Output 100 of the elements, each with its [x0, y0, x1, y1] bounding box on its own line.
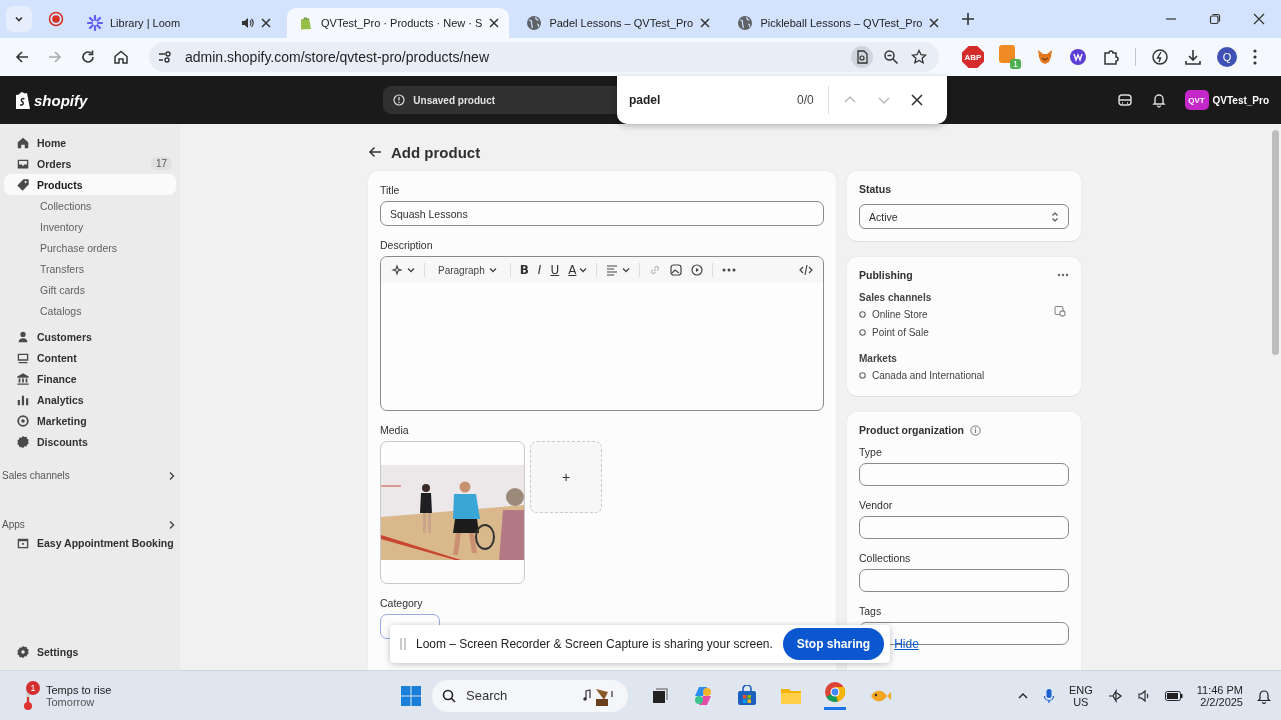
close-icon[interactable]	[910, 94, 923, 106]
stop-sharing-button[interactable]: Stop sharing	[782, 628, 885, 660]
nav-item[interactable]: Inventory	[4, 216, 176, 237]
add-media-button[interactable]: +	[530, 441, 602, 513]
nav-item[interactable]: Customers	[4, 326, 176, 347]
scrollbar-thumb[interactable]	[1272, 130, 1279, 355]
adblock-extension[interactable]: ABP	[962, 46, 984, 68]
browser-tab[interactable]: QVTest_Pro · Products · New · S	[287, 8, 510, 38]
nav-item[interactable]: Content	[4, 347, 176, 368]
new-tab-icon[interactable]	[961, 12, 976, 26]
title-field[interactable]: Squash Lessons	[380, 201, 824, 226]
nav-item[interactable]: Catalogs	[4, 300, 176, 321]
volume-icon[interactable]	[1136, 688, 1151, 703]
copilot-icon[interactable]	[692, 684, 714, 707]
underline-button[interactable]: U	[550, 263, 560, 277]
address-bar[interactable]: admin.shopify.com/store/qvtest-pro/products/new	[149, 42, 939, 72]
text-color-button[interactable]: A	[568, 263, 588, 277]
close-icon[interactable]	[489, 18, 500, 28]
store-icon[interactable]	[1116, 92, 1133, 108]
battery-icon[interactable]	[1164, 690, 1183, 701]
nav-item[interactable]: Discounts	[4, 431, 176, 452]
nav-item[interactable]: Analytics	[4, 389, 176, 410]
nav-item[interactable]: Marketing	[4, 410, 176, 431]
windows-start-icon[interactable]	[400, 684, 422, 707]
nav-item[interactable]: Transfers	[4, 258, 176, 279]
browser-tab[interactable]: Library | Loom	[76, 8, 281, 38]
home-icon[interactable]	[113, 49, 129, 65]
fox-icon[interactable]	[1036, 48, 1054, 66]
chrome-taskbar-button[interactable]	[824, 681, 846, 710]
input-field[interactable]	[859, 516, 1069, 539]
code-icon[interactable]	[799, 264, 813, 276]
star-icon[interactable]	[911, 49, 927, 65]
calendar-clock-icon[interactable]	[1054, 305, 1066, 317]
input-field[interactable]	[859, 569, 1069, 592]
bold-button[interactable]: B	[519, 263, 529, 277]
more-icon[interactable]	[1057, 273, 1069, 277]
nav-item[interactable]: Purchase orders	[4, 237, 176, 258]
status-select[interactable]: Active	[859, 204, 1069, 229]
network-icon[interactable]	[1106, 688, 1123, 703]
speaker-icon[interactable]	[240, 16, 254, 30]
site-settings-icon[interactable]	[157, 49, 173, 65]
store-bag-icon[interactable]	[736, 684, 758, 707]
input-field[interactable]	[859, 463, 1069, 486]
video-icon[interactable]	[691, 264, 704, 276]
close-icon[interactable]	[1253, 13, 1265, 25]
nav-item[interactable]: Gift cards	[4, 279, 176, 300]
record-icon[interactable]	[48, 11, 64, 27]
weather-widget[interactable]: 1 Temps to rise Tomorrow	[20, 680, 400, 711]
settings-item[interactable]: Settings	[4, 641, 176, 662]
card-title: Publishing	[859, 269, 913, 281]
align-button[interactable]	[606, 264, 631, 276]
description-editor[interactable]: Paragraph B I U A	[380, 256, 824, 411]
extension-icon[interactable]	[1069, 48, 1087, 66]
download-icon[interactable]	[1184, 48, 1202, 66]
paragraph-dropdown[interactable]: Paragraph	[438, 264, 497, 276]
notification-badge: 1	[26, 680, 40, 695]
document-search-icon[interactable]	[851, 46, 873, 68]
bell-icon[interactable]	[1150, 92, 1167, 108]
task-view-icon[interactable]	[650, 685, 670, 706]
profile-avatar[interactable]: Q	[1217, 47, 1237, 67]
back-arrow-icon[interactable]	[368, 145, 382, 159]
close-icon[interactable]	[700, 18, 711, 28]
performance-icon[interactable]	[1151, 48, 1169, 66]
back-icon[interactable]	[14, 49, 30, 65]
store-menu-button[interactable]: QVT QVTest_Pro	[1184, 90, 1269, 110]
nav-item[interactable]: Orders 17	[4, 153, 176, 174]
more-icon[interactable]	[722, 268, 737, 272]
shopify-logo[interactable]: shopify	[34, 91, 88, 109]
drag-handle-icon[interactable]	[400, 637, 406, 651]
italic-button[interactable]: I	[537, 263, 542, 277]
zoom-icon[interactable]	[883, 49, 899, 65]
info-icon[interactable]	[970, 424, 981, 436]
language-indicator[interactable]: ENG US	[1068, 683, 1093, 708]
browser-tab[interactable]: Padel Lessons – QVTest_Pro	[515, 8, 721, 38]
close-icon[interactable]	[929, 18, 940, 28]
close-icon[interactable]	[261, 18, 271, 28]
section-header[interactable]: Sales channels	[2, 470, 176, 481]
nav-item[interactable]: Products	[4, 174, 176, 195]
ai-button[interactable]	[391, 264, 415, 276]
nav-item[interactable]: Easy Appointment Booking	[4, 532, 176, 553]
clock[interactable]: 11:46 PM 2/2/2025	[1196, 683, 1243, 708]
chevron-down-icon	[407, 266, 415, 274]
browser-tab[interactable]: Pickleball Lessons – QVTest_Pro	[726, 8, 950, 38]
nav-item[interactable]: Finance	[4, 368, 176, 389]
reload-icon[interactable]	[80, 49, 96, 65]
align-left-icon	[606, 264, 619, 276]
tab-title: QVTest_Pro · Products · New · S	[321, 17, 483, 29]
microphone-icon[interactable]	[1042, 687, 1055, 704]
image-icon[interactable]	[670, 264, 683, 276]
menu-icon[interactable]	[1252, 48, 1258, 66]
puzzle-icon[interactable]	[1102, 48, 1120, 66]
card-title: Product organization	[859, 424, 964, 436]
media-thumbnail[interactable]	[380, 441, 525, 584]
taskbar-search[interactable]: Search	[432, 679, 628, 712]
section-header[interactable]: Apps	[2, 519, 176, 530]
hide-link[interactable]: Hide	[894, 637, 919, 651]
nav-item[interactable]: Collections	[4, 195, 176, 216]
nav-item[interactable]: Home	[4, 132, 176, 153]
bell-icon[interactable]	[1257, 687, 1271, 704]
restore-icon[interactable]	[1209, 13, 1221, 25]
